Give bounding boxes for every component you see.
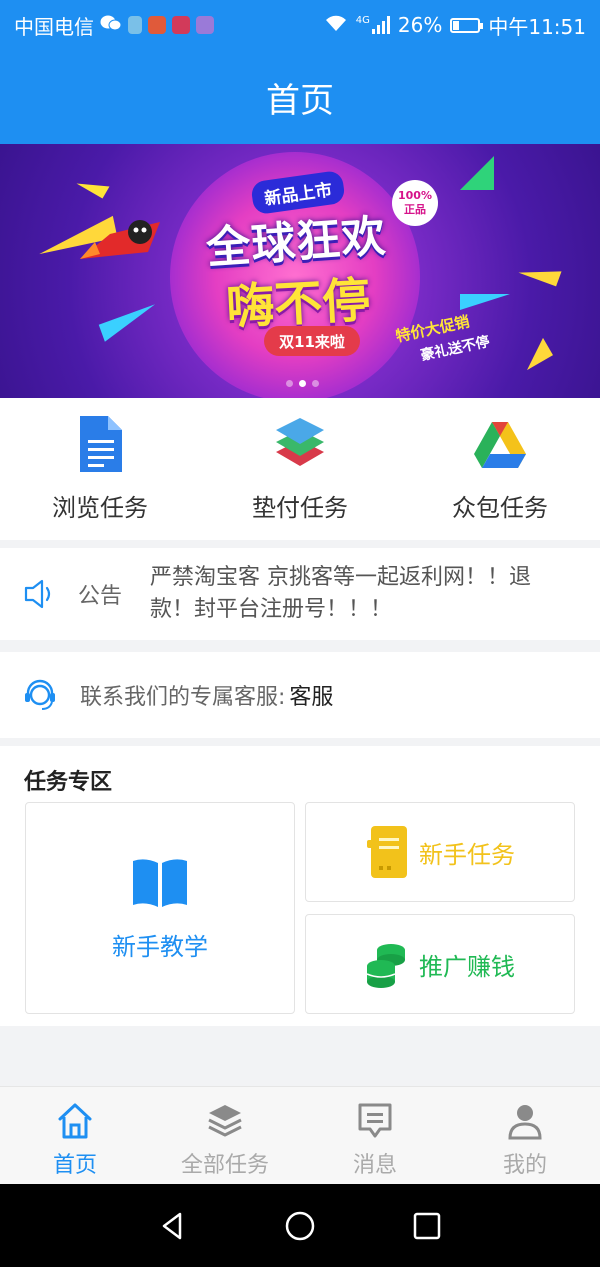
announcement-bar[interactable]: 公告 严禁淘宝客 京挑客等一起返利网！！退款！封平台注册号！！！: [0, 548, 600, 640]
decor-shape: [76, 171, 110, 199]
wifi-icon: [324, 13, 348, 37]
rocket-mascot-illustration: [80, 220, 160, 259]
carousel-indicator[interactable]: [286, 380, 319, 387]
back-icon[interactable]: [156, 1209, 190, 1243]
promote-earn-label: 推广赚钱: [419, 952, 515, 981]
tab-home[interactable]: 首页: [0, 1087, 150, 1184]
user-icon: [508, 1105, 542, 1140]
announcement-text: 严禁淘宝客 京挑客等一起返利网！！退款！封平台注册号！！！: [150, 565, 531, 622]
carousel-dot[interactable]: [312, 380, 319, 387]
promo-banner-carousel[interactable]: 新品上市 100% 正品 全球狂欢 嗨不停 双11来啦 特价大促销 豪礼送不停: [0, 144, 600, 398]
tab-all-tasks[interactable]: 全部任务: [150, 1087, 300, 1184]
badge-percent: 100%: [398, 189, 432, 202]
drive-triangle-icon: [474, 422, 526, 468]
tutorial-label: 新手教学: [112, 932, 208, 961]
tab-label: 消息: [352, 1153, 397, 1178]
page-title: 首页: [266, 80, 334, 121]
document-icon: [80, 416, 122, 472]
authentic-badge: 100% 正品: [392, 180, 438, 226]
gallery-app-icon: [196, 16, 214, 34]
coins-icon: [366, 944, 405, 988]
tab-label: 全部任务: [180, 1153, 269, 1178]
message-icon: [358, 1103, 392, 1138]
decor-shape: [517, 337, 553, 371]
signal-icon: [371, 16, 390, 34]
carousel-dot[interactable]: [286, 380, 293, 387]
quick-nav-crowd-task[interactable]: 众包任务: [400, 398, 600, 540]
quick-nav-browse-task[interactable]: 浏览任务: [0, 398, 200, 540]
promote-earn-card[interactable]: 推广赚钱: [305, 914, 575, 1014]
wechat-icon: [100, 13, 122, 37]
battery-icon: [450, 17, 484, 33]
service-link[interactable]: 客服: [289, 679, 333, 711]
system-nav-bar: [0, 1184, 600, 1267]
newbie-task-card[interactable]: 新手任务: [305, 802, 575, 902]
decor-shape: [460, 294, 510, 310]
home-circle-icon[interactable]: [283, 1209, 317, 1243]
quick-nav-advance-task[interactable]: 垫付任务: [200, 398, 400, 540]
bottom-tab-bar: 首页 全部任务 消息 我的: [0, 1086, 600, 1184]
quick-nav-label: 垫付任务: [252, 494, 348, 522]
quick-nav-label: 众包任务: [452, 494, 548, 522]
quick-nav-label: 浏览任务: [52, 494, 148, 522]
tab-profile[interactable]: 我的: [450, 1087, 600, 1184]
home-icon: [58, 1103, 92, 1139]
decor-shape: [98, 304, 162, 342]
app-notification-icon: [128, 16, 142, 34]
book-icon: [133, 858, 187, 907]
tab-messages[interactable]: 消息: [300, 1087, 450, 1184]
header-bar: 首页: [0, 50, 600, 144]
announcement-label: 公告: [78, 584, 123, 609]
recents-icon[interactable]: [410, 1209, 444, 1243]
section-title: 任务专区: [24, 770, 113, 795]
video-app-icon: [148, 16, 166, 34]
service-label: 联系我们的专属客服:: [80, 685, 286, 710]
layers-icon: [276, 418, 324, 466]
weibo-app-icon: [172, 16, 190, 34]
task-zone: 任务专区 新手教学 新手任务 推广赚钱: [0, 746, 600, 1026]
tutorial-card[interactable]: 新手教学: [25, 802, 295, 1014]
stack-icon: [208, 1105, 242, 1137]
newbie-task-label: 新手任务: [419, 840, 515, 869]
carousel-dot[interactable]: [299, 380, 306, 387]
carrier-label: 中国电信: [14, 14, 94, 39]
tab-label: 我的: [502, 1153, 547, 1178]
speaker-icon: [24, 579, 51, 609]
customer-service-bar[interactable]: 联系我们的专属客服: 客服: [0, 652, 600, 738]
tab-label: 首页: [52, 1153, 97, 1178]
clock: 中午11:51: [488, 14, 586, 39]
headset-icon: [25, 679, 55, 710]
task-card-icon: [367, 826, 407, 878]
battery-percent: 26%: [397, 13, 443, 37]
network-type-label: 4G: [355, 14, 370, 26]
decor-shape: [518, 257, 562, 287]
banner-pill: 双11来啦: [264, 326, 360, 356]
quick-nav: 浏览任务 垫付任务 众包任务: [0, 398, 600, 540]
decor-shape: [460, 156, 494, 190]
status-bar: 中国电信 4G 26% 中午11:51: [0, 0, 600, 50]
badge-text: 正品: [404, 203, 426, 216]
